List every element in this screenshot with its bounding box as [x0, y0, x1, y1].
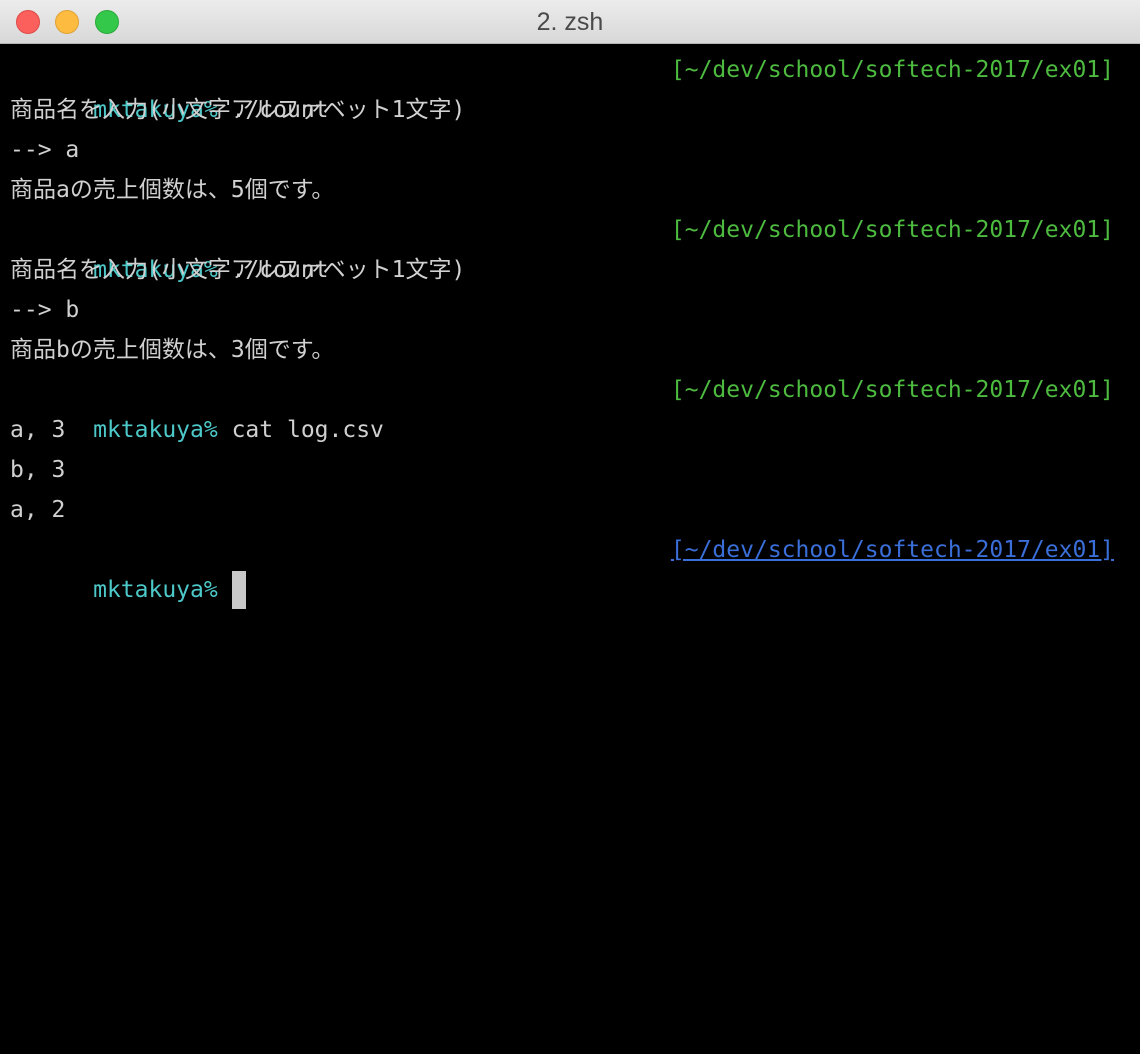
terminal-line-current-prompt[interactable]: mktakuya% [~/dev/school/softech-2017/ex0… — [0, 530, 1140, 609]
terminal-line-output: 商品名を入力(小文字アルファベット1文字) — [10, 257, 466, 283]
terminal-line-output: 商品bの売上個数は、3個です。 — [10, 337, 335, 363]
right-prompt-path: [~/dev/school/softech-2017/ex01] — [670, 217, 1114, 243]
right-prompt-path: [~/dev/school/softech-2017/ex01] — [670, 57, 1114, 83]
terminal-line-output: 商品名を入力(小文字アルファベット1文字) — [10, 97, 466, 123]
prompt-user: mktakuya% — [93, 577, 218, 603]
window-title: 2. zsh — [536, 8, 604, 36]
terminal-line-output: b, 3 — [10, 457, 66, 483]
terminal-line-prompt: mktakuya% cat log.csv [~/dev/school/soft… — [0, 370, 1140, 443]
terminal-output[interactable]: mktakuya% ./count [~/dev/school/softech-… — [0, 50, 1140, 1054]
title-bar[interactable]: 2. zsh — [0, 0, 1140, 44]
text-cursor — [231, 571, 246, 609]
terminal-line-output: --> a — [10, 137, 80, 163]
terminal-window: 2. zsh mktakuya% ./count [~/dev/school/s… — [0, 0, 1140, 1054]
terminal-line-output: 商品aの売上個数は、5個です。 — [10, 177, 335, 203]
terminal-line-prompt: mktakuya% ./count [~/dev/school/softech-… — [0, 50, 1140, 123]
terminal-line-output: --> b — [10, 297, 80, 323]
right-prompt-path: [~/dev/school/softech-2017/ex01] — [670, 537, 1114, 563]
terminal-line-prompt: mktakuya% ./count [~/dev/school/softech-… — [0, 210, 1140, 283]
right-prompt-path: [~/dev/school/softech-2017/ex01] — [670, 377, 1114, 403]
terminal-line-output: a, 2 — [10, 497, 66, 523]
terminal-line-output: a, 3 — [10, 417, 66, 443]
